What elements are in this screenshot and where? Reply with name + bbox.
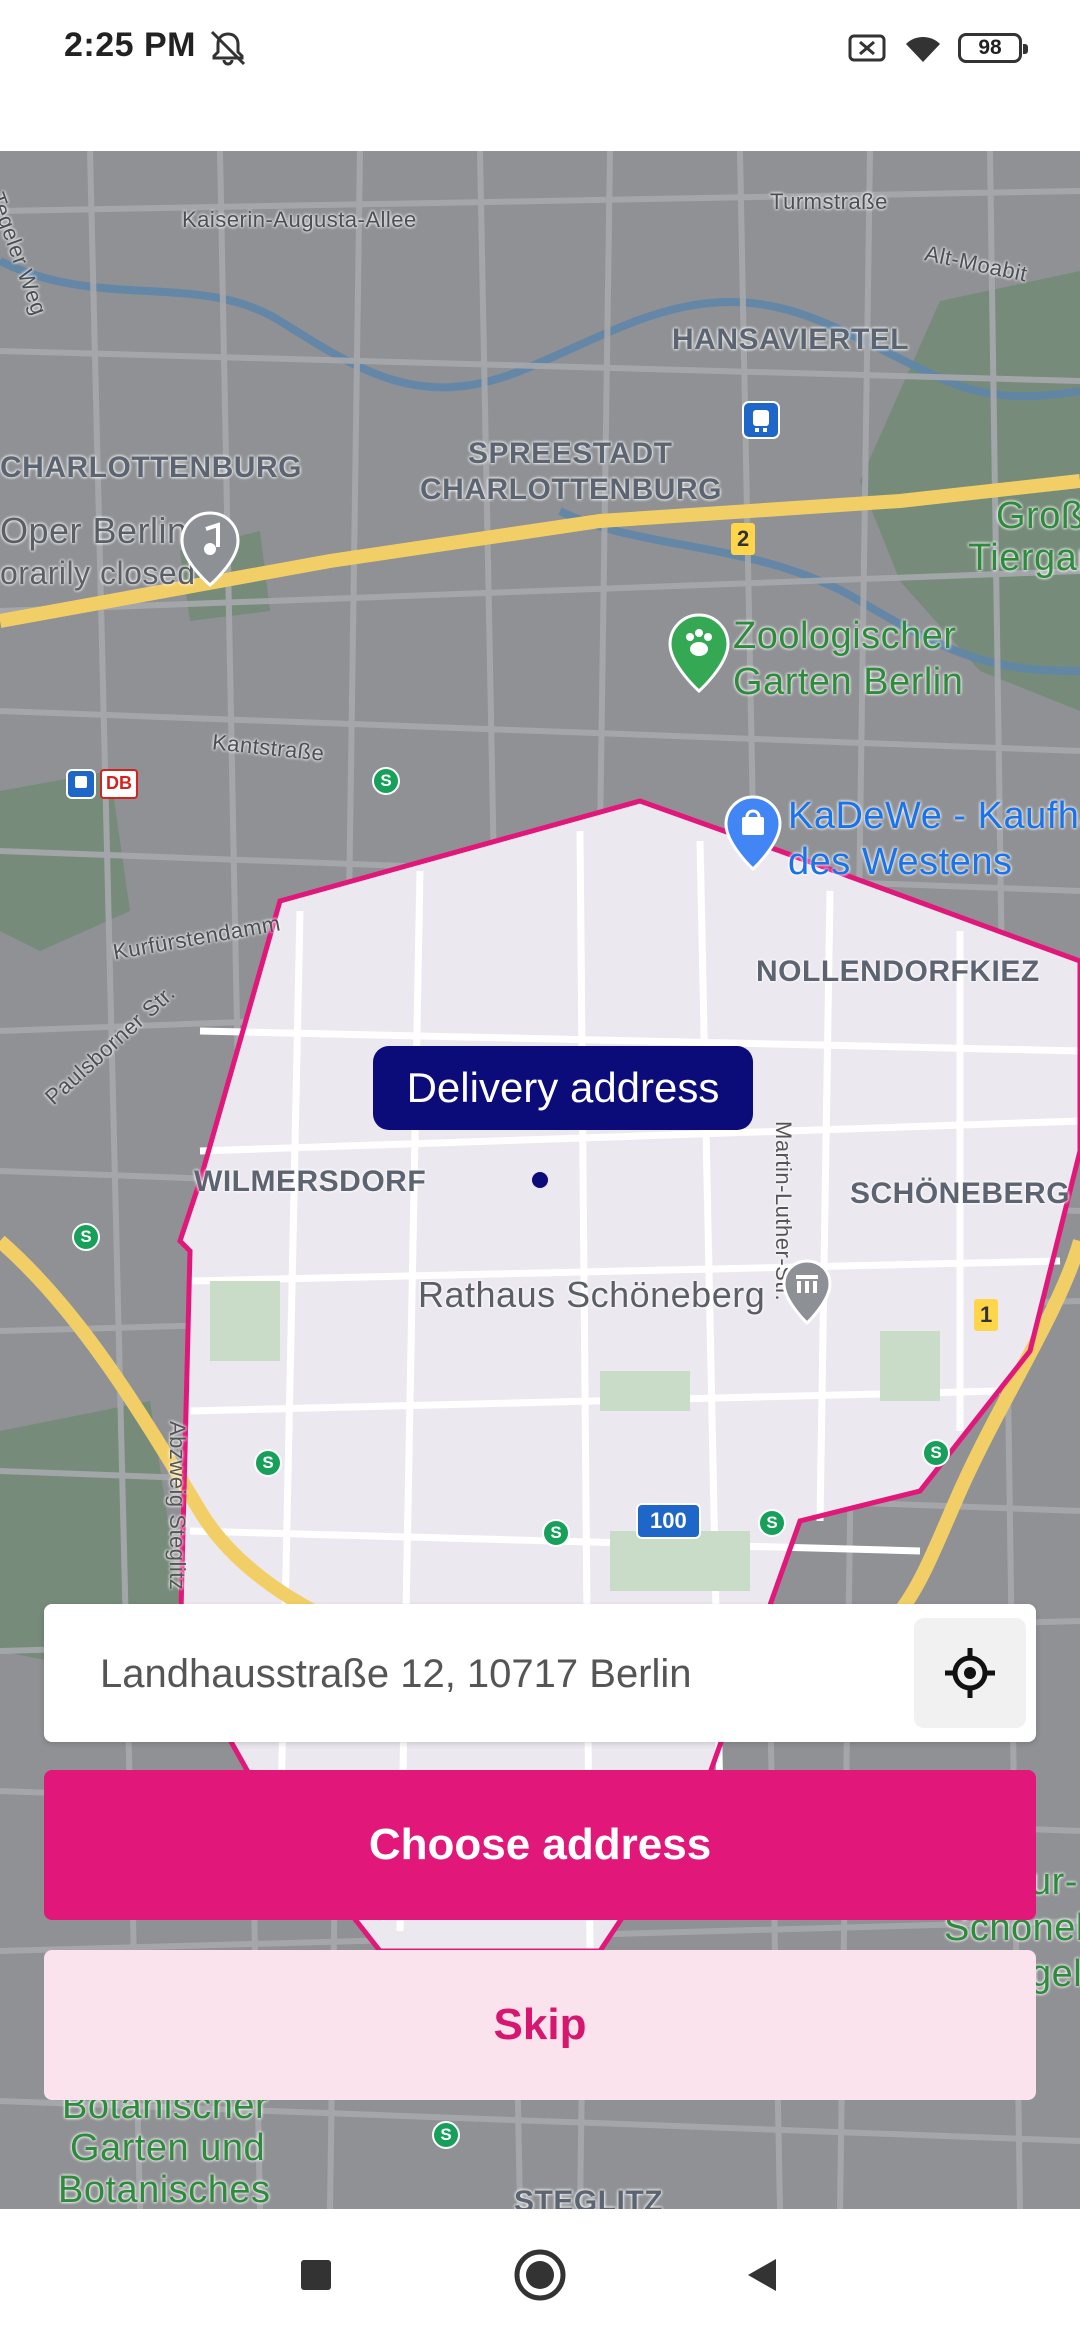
poi-label: Oper Berlin	[0, 510, 188, 551]
music-pin-icon[interactable]	[180, 511, 240, 587]
wifi-icon	[906, 36, 940, 62]
motorway-shield: 2	[731, 523, 756, 555]
district-label: WILMERSDORF	[194, 1165, 427, 1198]
poi-label: Botanisches	[58, 2169, 271, 2209]
route-shield: 100	[636, 1503, 701, 1539]
poi-label: Garten und	[70, 2127, 266, 2169]
poi-label: orarily closed	[0, 555, 196, 591]
navigation-bar	[0, 2209, 1080, 2340]
battery-level: 98	[978, 36, 1002, 59]
locate-me-button[interactable]	[914, 1618, 1026, 1728]
recents-button[interactable]	[246, 2209, 386, 2340]
no-sim-icon	[848, 34, 886, 62]
s-bahn-badge[interactable]: S	[432, 2121, 460, 2149]
circle-icon	[514, 2249, 566, 2300]
home-button[interactable]	[470, 2209, 610, 2340]
poi-label: Garten Berlin	[733, 661, 964, 703]
train-icon	[66, 769, 96, 799]
poi-label: gel	[1030, 1953, 1080, 1995]
poi-label: KaDeWe - Kaufha	[788, 795, 1080, 837]
district-label: NOLLENDORFKIEZ	[756, 955, 1040, 988]
district-label: HANSAVIERTEL	[672, 323, 910, 356]
shopping-pin-icon[interactable]	[724, 795, 782, 871]
poi-label: Rathaus Schöneberg	[418, 1274, 766, 1315]
train-icon[interactable]	[742, 401, 780, 439]
s-bahn-badge[interactable]: S	[542, 1519, 570, 1547]
back-triangle-icon	[748, 2258, 776, 2291]
zoo-pin-icon[interactable]	[668, 613, 730, 693]
s-bahn-badge[interactable]: S	[72, 1223, 100, 1251]
district-label: CHARLOTTENBURG	[0, 451, 302, 484]
s-bahn-badge[interactable]: S	[758, 1509, 786, 1537]
landmark-pin-icon[interactable]	[782, 1259, 832, 1325]
poi-label: des Westens	[788, 841, 1013, 883]
district-label: SCHÖNEBERG	[850, 1177, 1071, 1210]
address-field-container	[44, 1604, 1036, 1744]
delivery-location-marker	[532, 1172, 548, 1188]
s-bahn-badge[interactable]: S	[372, 767, 400, 795]
district-label: SPREESTADT	[468, 437, 673, 470]
address-input[interactable]	[98, 1604, 922, 1744]
motorway-shield: 1	[974, 1299, 999, 1331]
s-bahn-badge[interactable]: S	[254, 1449, 282, 1477]
street-label: Turmstraße	[770, 189, 888, 214]
back-button[interactable]	[692, 2209, 832, 2340]
battery-icon: 98	[958, 33, 1028, 63]
my-location-icon	[945, 1648, 995, 1698]
status-time: 2:25 PM	[64, 26, 196, 64]
district-label: STEGLITZ	[514, 2185, 663, 2209]
db-badge: DB	[100, 769, 138, 799]
district-label: CHARLOTTENBURG	[420, 473, 722, 506]
transit-badges[interactable]: S DB	[66, 769, 138, 799]
choose-address-button[interactable]: Choose address	[44, 1770, 1036, 1920]
street-label: Abzweig Steglitz	[165, 1421, 190, 1591]
s-bahn-badge[interactable]: S	[922, 1439, 950, 1467]
street-label: Kaiserin-Augusta-Allee	[182, 207, 417, 232]
status-bar: 2:25 PM 98	[0, 0, 1080, 96]
poi-label: Groß	[996, 495, 1080, 537]
mute-icon	[210, 30, 246, 66]
square-icon	[301, 2259, 331, 2290]
skip-button[interactable]: Skip	[44, 1950, 1036, 2100]
delivery-address-tooltip: Delivery address	[373, 1046, 753, 1130]
poi-label: ur-	[1030, 1861, 1078, 1903]
poi-label: Zoologischer	[733, 615, 957, 657]
poi-label: Tiergar	[968, 537, 1080, 579]
